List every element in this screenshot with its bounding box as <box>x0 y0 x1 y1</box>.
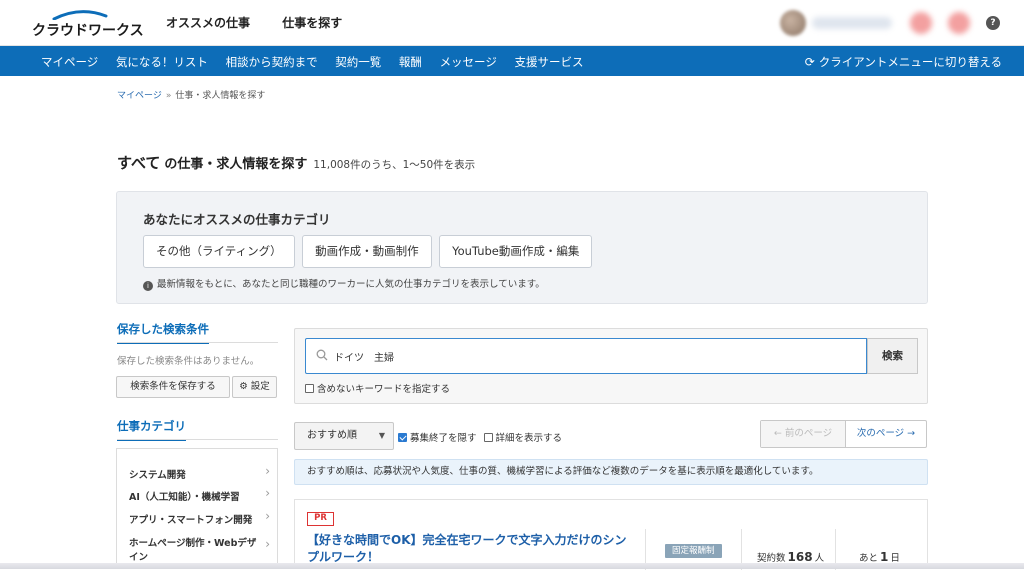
pagination: ← 前のページ 次のページ → <box>760 420 927 448</box>
page-title-main: の仕事・求人情報を探す <box>164 157 308 172</box>
logo-text: クラウドワークス <box>32 23 144 39</box>
window-bottom-edge <box>0 563 1024 569</box>
category-system-dev[interactable]: システム開発 <box>129 469 264 483</box>
gear-icon: ⚙ <box>239 381 248 392</box>
breadcrumb: マイページ» 仕事・求人情報を探す <box>117 88 265 101</box>
refresh-icon: ⟳ <box>804 55 815 69</box>
show-details-checkbox[interactable] <box>483 433 493 442</box>
nav-find-jobs[interactable]: 仕事を探す <box>282 16 342 30</box>
sort-order-select[interactable]: おすすめ順 ▼ <box>294 422 394 450</box>
subnav-mypage[interactable]: マイページ <box>41 55 98 69</box>
top-header: クラウドワークス オススメの仕事 仕事を探す ? <box>0 0 1024 46</box>
show-details-label: 詳細を表示する <box>495 433 563 444</box>
sub-nav-items: マイページ 気になる！リスト 相談から契約まで 契約一覧 報酬 メッセージ 支援… <box>41 54 598 70</box>
recommended-categories-heading: あなたにオススメの仕事カテゴリ <box>143 212 331 227</box>
divider <box>117 342 278 343</box>
breadcrumb-separator: » <box>165 91 172 101</box>
next-page-button[interactable]: 次のページ → <box>846 421 926 447</box>
subnav-support-services[interactable]: 支援サービス <box>515 55 584 69</box>
category-label: システム開発 <box>129 470 186 481</box>
category-chip-video-production[interactable]: 動画作成・動画制作 <box>302 235 432 268</box>
chevron-right-icon: › <box>265 537 270 551</box>
divider <box>117 439 278 440</box>
remaining-days-value: 1 <box>880 550 889 564</box>
recommended-categories-panel: あなたにオススメの仕事カテゴリ その他（ライティング） 動画作成・動画制作 Yo… <box>116 191 928 304</box>
page-title: すべて の仕事・求人情報を探す 11,008件のうち、1〜50件を表示 <box>117 152 475 173</box>
saved-search-heading: 保存した検索条件 <box>117 321 209 344</box>
help-icon[interactable]: ? <box>986 16 1000 30</box>
category-ai-ml[interactable]: AI（人工知能）・機械学習 <box>129 491 264 505</box>
breadcrumb-current: 仕事・求人情報を探す <box>175 91 266 101</box>
switch-client-menu-label: クライアントメニューに切り替える <box>818 55 1002 69</box>
contract-count-value: 168 <box>787 550 813 564</box>
chevron-right-icon: › <box>265 464 270 478</box>
category-chip-youtube-editing[interactable]: YouTube動画作成・編集 <box>439 235 593 268</box>
logo-swoosh-icon <box>52 10 108 20</box>
search-icon <box>316 349 328 361</box>
breadcrumb-home[interactable]: マイページ <box>117 91 162 101</box>
subnav-rewards[interactable]: 報酬 <box>399 55 422 69</box>
pr-badge: PR <box>307 512 334 526</box>
message-icon[interactable] <box>948 12 970 34</box>
remaining-days: あと 1 日 <box>859 550 900 564</box>
search-box <box>305 338 867 374</box>
save-search-button[interactable]: 検索条件を保存する <box>116 376 230 398</box>
page-title-scope: すべて <box>117 154 161 172</box>
top-nav: オススメの仕事 仕事を探す <box>166 14 370 31</box>
contract-count: 契約数 168 人 <box>757 550 824 564</box>
job-category-heading: 仕事カテゴリ <box>117 418 186 441</box>
site-logo[interactable]: クラウドワークス <box>32 10 144 39</box>
result-count: 11,008件のうち、1〜50件を表示 <box>313 159 476 171</box>
category-app-smartphone[interactable]: アプリ・スマートフォン開発 <box>129 514 264 528</box>
pay-type-badge: 固定報酬制 <box>665 544 722 558</box>
sub-navigation: マイページ 気になる！リスト 相談から契約まで 契約一覧 報酬 メッセージ 支援… <box>0 46 1024 76</box>
chevron-down-icon: ▼ <box>378 431 385 440</box>
hide-closed-toggle[interactable]: 募集終了を隠す <box>398 433 477 444</box>
search-settings-label: 設定 <box>250 381 270 392</box>
category-chip-writing-other[interactable]: その他（ライティング） <box>143 235 295 268</box>
list-filter-options: 募集終了を隠す 詳細を表示する <box>398 430 566 444</box>
recommended-category-chips: その他（ライティング） 動画作成・動画制作 YouTube動画作成・編集 <box>143 235 596 268</box>
search-settings-button[interactable]: ⚙ 設定 <box>232 376 277 398</box>
recommended-categories-note: i 最新情報をもとに、あなたと同じ職種のワーカーに人気の仕事カテゴリを表示していま… <box>143 276 545 291</box>
job-category-list: システム開発 › AI（人工知能）・機械学習 › アプリ・スマートフォン開発 ›… <box>116 448 278 569</box>
category-label: AI（人工知能）・機械学習 <box>129 492 240 503</box>
show-details-toggle[interactable]: 詳細を表示する <box>483 433 563 444</box>
switch-client-menu-link[interactable]: ⟳ クライアントメニューに切り替える <box>805 54 1002 70</box>
user-name-blurred[interactable] <box>812 17 892 29</box>
recommended-categories-note-text: 最新情報をもとに、あなたと同じ職種のワーカーに人気の仕事カテゴリを表示しています… <box>157 279 545 290</box>
notification-icon[interactable] <box>910 12 932 34</box>
chevron-right-icon: › <box>265 509 270 523</box>
search-panel: 検索 含めないキーワードを指定する <box>294 328 928 404</box>
subnav-watchlist[interactable]: 気になる！リスト <box>116 55 208 69</box>
avatar[interactable] <box>780 10 806 36</box>
job-listing-card: PR 【好きな時間でOK】完全在宅ワークで文字入力だけのシンプルワーク！ 固定報… <box>294 499 928 570</box>
exclude-keywords-label: 含めないキーワードを指定する <box>317 384 451 395</box>
category-label: ホームページ制作・Webデザイン <box>129 538 257 563</box>
category-label: アプリ・スマートフォン開発 <box>129 515 253 526</box>
search-button[interactable]: 検索 <box>867 338 918 374</box>
job-title-link[interactable]: 【好きな時間でOK】完全在宅ワークで文字入力だけのシンプルワーク！ <box>307 532 637 566</box>
subnav-contracts[interactable]: 契約一覧 <box>335 55 381 69</box>
chevron-right-icon: › <box>265 486 270 500</box>
hide-closed-checkbox[interactable] <box>398 433 407 442</box>
saved-search-empty-text: 保存した検索条件はありません。 <box>117 356 260 367</box>
subnav-messages[interactable]: メッセージ <box>440 55 497 69</box>
search-input[interactable] <box>334 339 854 373</box>
prev-page-button: ← 前のページ <box>761 421 846 447</box>
sort-explanation-note: おすすめ順は、応募状況や人気度、仕事の質、機械学習による評価など複数のデータを基… <box>294 459 928 485</box>
exclude-keywords-checkbox[interactable] <box>305 384 314 393</box>
category-web-design[interactable]: ホームページ制作・Webデザイン <box>129 537 264 565</box>
exclude-keywords-toggle[interactable]: 含めないキーワードを指定する <box>305 381 450 395</box>
hide-closed-label: 募集終了を隠す <box>410 433 477 444</box>
nav-recommended-jobs[interactable]: オススメの仕事 <box>166 16 250 30</box>
sort-order-value: おすすめ順 <box>307 430 357 441</box>
subnav-consult-to-contract[interactable]: 相談から契約まで <box>226 55 318 69</box>
info-icon: i <box>143 281 153 291</box>
